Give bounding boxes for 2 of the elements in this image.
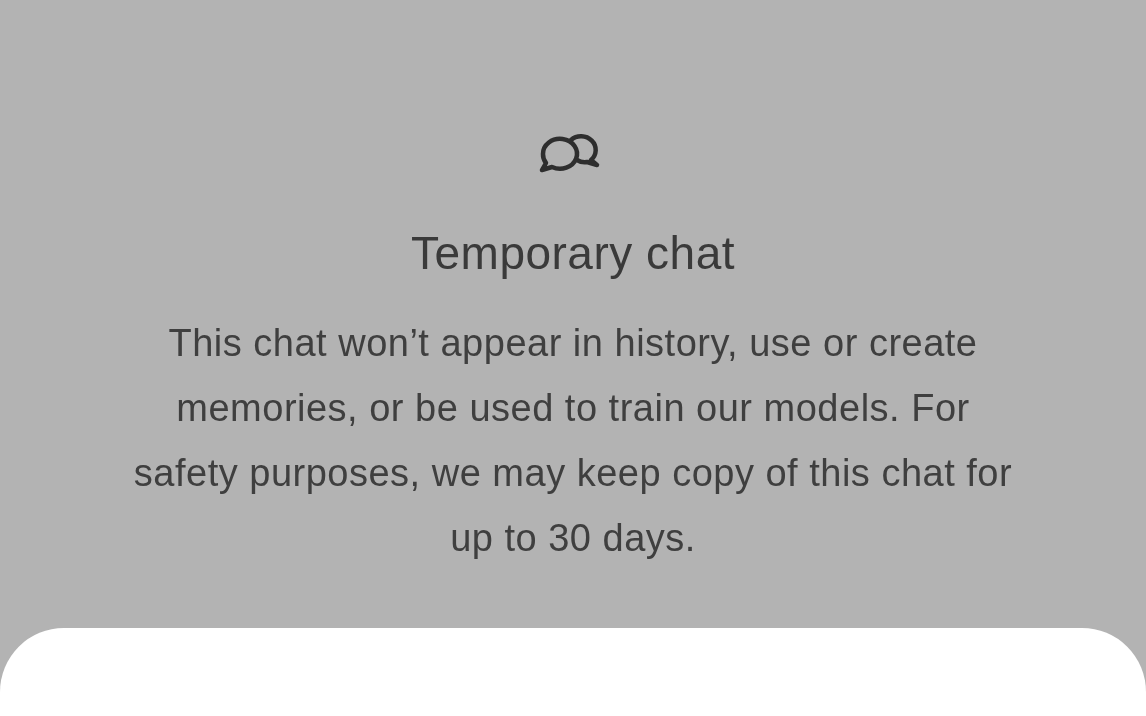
screen-title: Temporary chat	[411, 226, 735, 281]
description-text: This chat won’t appear in history, use or create memories, or be used to train our models. For safety purposes, we may keep copy of this chat for up to 30 days.	[132, 321, 1014, 562]
